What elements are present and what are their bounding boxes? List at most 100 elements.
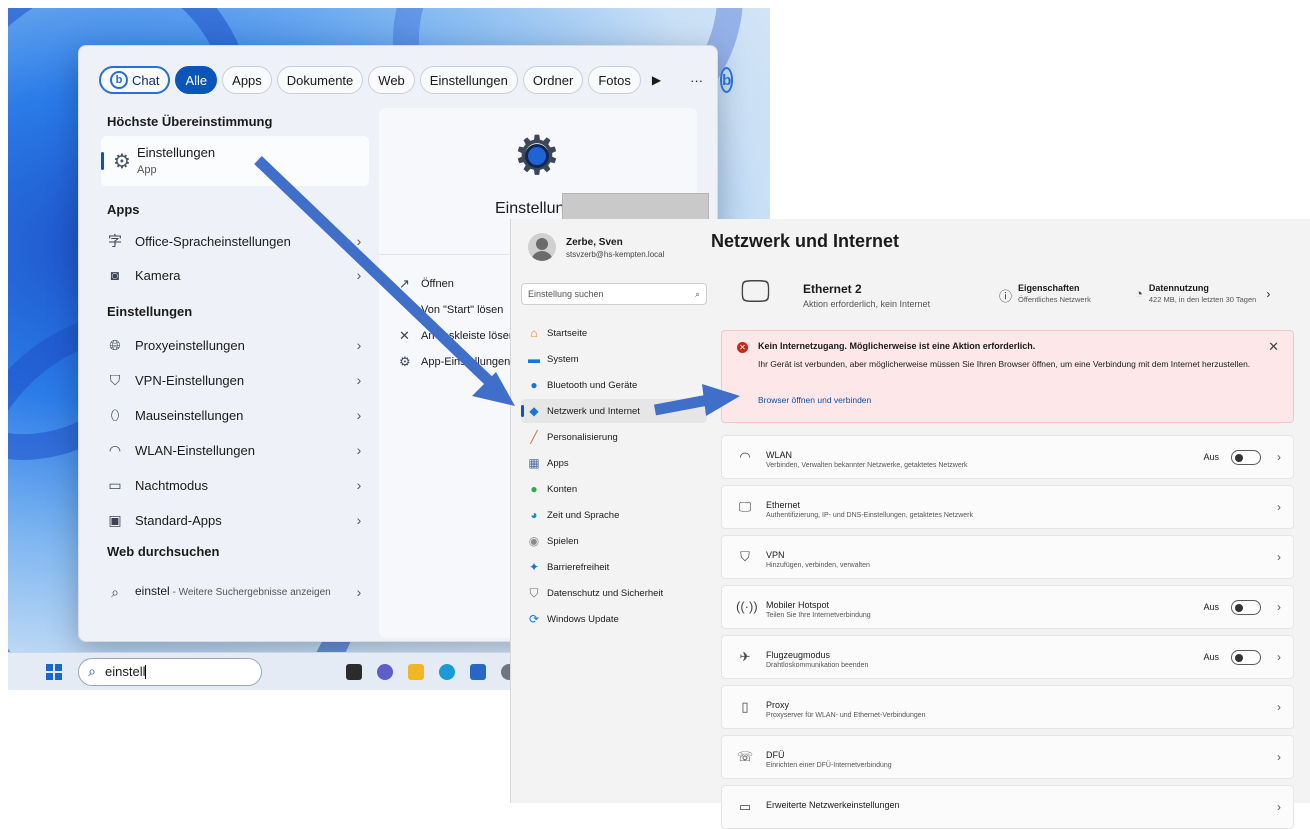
nav-accounts[interactable]: ● Konten bbox=[521, 477, 707, 501]
web-query: einstel bbox=[135, 584, 170, 598]
store-icon[interactable] bbox=[470, 663, 486, 680]
default-apps-icon: ▣ bbox=[108, 511, 122, 528]
section-best-match: Höchste Übereinstimmung bbox=[107, 114, 273, 129]
edge-icon[interactable] bbox=[439, 663, 455, 680]
toggle-label: Aus bbox=[1203, 602, 1219, 612]
chevron-right-icon: › bbox=[356, 512, 362, 528]
best-match-title: Einstellungen bbox=[137, 145, 216, 160]
result-web-search[interactable]: ⌕ einstel - Weitere Suchergebnisse anzei… bbox=[101, 570, 369, 614]
chevron-right-icon: › bbox=[1277, 700, 1281, 714]
windows-start-icon[interactable] bbox=[46, 663, 62, 680]
card-airplane-mode[interactable]: ✈ Flugzeugmodus Drahtloskommunikation be… bbox=[721, 635, 1294, 679]
chevron-right-icon: › bbox=[356, 442, 362, 458]
search-icon: ⌕ bbox=[88, 663, 96, 679]
result-mouse-settings[interactable]: ⬯ Mauseinstellungen › bbox=[101, 400, 369, 430]
filter-photos[interactable]: Fotos bbox=[588, 66, 641, 94]
wlan-toggle[interactable] bbox=[1231, 450, 1261, 465]
card-dialup[interactable]: ☏ DFÜ Einrichten einer DFÜ-Internetverbi… bbox=[721, 735, 1294, 779]
nav-personalization[interactable]: ╱ Personalisierung bbox=[521, 425, 707, 449]
card-proxy[interactable]: ▯ Proxy Proxyserver für WLAN- und Ethern… bbox=[721, 685, 1294, 729]
taskbar-search-value: einstell bbox=[105, 664, 146, 679]
page-title: Netzwerk und Internet bbox=[711, 231, 900, 251]
toggle-label: Aus bbox=[1203, 452, 1219, 462]
file-explorer-icon[interactable] bbox=[408, 663, 424, 680]
card-ethernet[interactable]: 🖵︎ Ethernet Authentifizierung, IP- und D… bbox=[721, 485, 1294, 529]
nav-windows-update[interactable]: ⟳ Windows Update bbox=[521, 607, 707, 631]
card-vpn[interactable]: ⛉ VPN Hinzufügen, verbinden, verwalten › bbox=[721, 535, 1294, 579]
selection-indicator bbox=[101, 152, 104, 170]
filter-documents[interactable]: Dokumente bbox=[276, 66, 364, 94]
data-usage-link[interactable]: ◔ Datennutzung 422 MB, in den letzten 30 … bbox=[1135, 283, 1270, 304]
update-icon: ⟳ bbox=[528, 612, 540, 626]
gaming-icon: ◉ bbox=[528, 534, 540, 548]
nav-bluetooth[interactable]: ● Bluetooth und Geräte bbox=[521, 373, 707, 397]
result-wlan-settings[interactable]: ◠ WLAN-Einstellungen › bbox=[101, 435, 369, 465]
chevron-right-icon: › bbox=[1277, 650, 1281, 664]
nav-apps[interactable]: ▦ Apps bbox=[521, 451, 707, 475]
airplane-toggle[interactable] bbox=[1231, 650, 1261, 665]
settings-search-input[interactable]: Einstellung suchen ⌕ bbox=[521, 283, 707, 305]
chevron-right-icon: › bbox=[1277, 550, 1281, 564]
card-mobile-hotspot[interactable]: ((·)) Mobiler Hotspot Teilen Sie Ihre In… bbox=[721, 585, 1294, 629]
card-wlan[interactable]: ◠ WLAN Verbinden, Verwalten bekannter Ne… bbox=[721, 435, 1294, 479]
result-night-mode[interactable]: ▭ Nachtmodus › bbox=[101, 470, 369, 500]
result-default-apps[interactable]: ▣ Standard-Apps › bbox=[101, 505, 369, 535]
monitor-icon: ▭ bbox=[108, 476, 122, 493]
result-camera[interactable]: ◙ Kamera › bbox=[101, 260, 369, 290]
pie-chart-icon: ◔ bbox=[1135, 286, 1143, 301]
filter-folders[interactable]: Ordner bbox=[522, 66, 584, 94]
user-name: Zerbe, Sven bbox=[566, 237, 623, 248]
play-more-icon[interactable]: ▶ bbox=[646, 73, 667, 87]
action-pin-taskbar[interactable]: ✕ An Taskleiste lösen bbox=[399, 324, 515, 348]
network-icon: ◆ bbox=[529, 404, 539, 418]
ethernet-name: Ethernet 2 bbox=[803, 282, 862, 296]
chevron-right-icon: › bbox=[356, 337, 362, 353]
open-browser-link[interactable]: Browser öffnen und verbinden bbox=[758, 395, 871, 405]
filter-apps[interactable]: Apps bbox=[222, 66, 272, 94]
time-language-icon: ◕ bbox=[530, 508, 538, 522]
action-app-settings[interactable]: ⚙ App-Einstellungen bbox=[399, 350, 510, 374]
filter-web[interactable]: Web bbox=[368, 66, 415, 94]
chevron-right-icon: › bbox=[1266, 287, 1271, 301]
wifi-icon: ◠ bbox=[108, 441, 122, 458]
more-options-icon[interactable]: ··· bbox=[684, 73, 709, 88]
nav-system[interactable]: ▬ System bbox=[521, 347, 707, 371]
result-proxy-settings[interactable]: 🌐︎ Proxyeinstellungen › bbox=[101, 330, 369, 360]
filter-settings[interactable]: Einstellungen bbox=[419, 66, 518, 94]
open-icon: ↗ bbox=[399, 276, 410, 291]
accessibility-icon: ✦ bbox=[528, 560, 540, 574]
nav-gaming[interactable]: ◉ Spielen bbox=[521, 529, 707, 553]
nav-accessibility[interactable]: ✦ Barrierefreiheit bbox=[521, 555, 707, 579]
no-internet-alert: ✕ Kein Internetzugang. Möglicherweise is… bbox=[721, 330, 1294, 423]
alert-title: Kein Internetzugang. Möglicherweise ist … bbox=[758, 341, 1036, 351]
filter-chat[interactable]: b Chat bbox=[99, 66, 171, 94]
apps-icon: ▦ bbox=[528, 456, 540, 470]
advanced-network-icon: ▭ bbox=[738, 799, 752, 814]
card-advanced-network[interactable]: ▭ Erweiterte Netzwerkeinstellungen › bbox=[721, 785, 1294, 829]
chevron-right-icon: › bbox=[356, 267, 362, 283]
action-unpin-start[interactable]: Von "Start" lösen bbox=[399, 298, 503, 322]
properties-link[interactable]: ⓘ Eigenschaften Öffentliches Netzwerk bbox=[999, 283, 1091, 305]
nav-home[interactable]: ⌂ Startseite bbox=[521, 321, 707, 345]
ethernet-monitor-icon: 🖵︎ bbox=[741, 275, 770, 308]
gear-icon: ⚙ bbox=[399, 354, 411, 369]
chevron-right-icon: › bbox=[1277, 450, 1281, 464]
privacy-icon: ⛉ bbox=[529, 585, 539, 600]
nav-privacy[interactable]: ⛉ Datenschutz und Sicherheit bbox=[521, 581, 707, 605]
wifi-icon: ◠ bbox=[739, 449, 751, 464]
close-icon[interactable]: ✕ bbox=[1268, 339, 1279, 355]
best-match-settings-app[interactable]: ⚙ Einstellungen App bbox=[101, 136, 369, 186]
result-vpn-settings[interactable]: ⛉ VPN-Einstellungen › bbox=[101, 365, 369, 395]
result-office-language[interactable]: 字 Office-Spracheinstellungen › bbox=[101, 226, 369, 256]
taskbar-search-input[interactable]: ⌕ einstell bbox=[78, 657, 262, 686]
hotspot-toggle[interactable] bbox=[1231, 600, 1261, 615]
nav-time-language[interactable]: ◕ Zeit und Sprache bbox=[521, 503, 707, 527]
gear-icon: ⚙ bbox=[113, 151, 131, 173]
chevron-right-icon: › bbox=[1277, 500, 1281, 514]
task-view-icon[interactable] bbox=[346, 663, 362, 680]
proxy-icon: ▯ bbox=[741, 699, 749, 714]
teams-chat-icon[interactable] bbox=[377, 663, 393, 680]
filter-all[interactable]: Alle bbox=[175, 66, 218, 94]
action-open[interactable]: ↗ Öffnen bbox=[399, 272, 454, 296]
nav-network[interactable]: ◆ Netzwerk und Internet bbox=[521, 399, 707, 423]
